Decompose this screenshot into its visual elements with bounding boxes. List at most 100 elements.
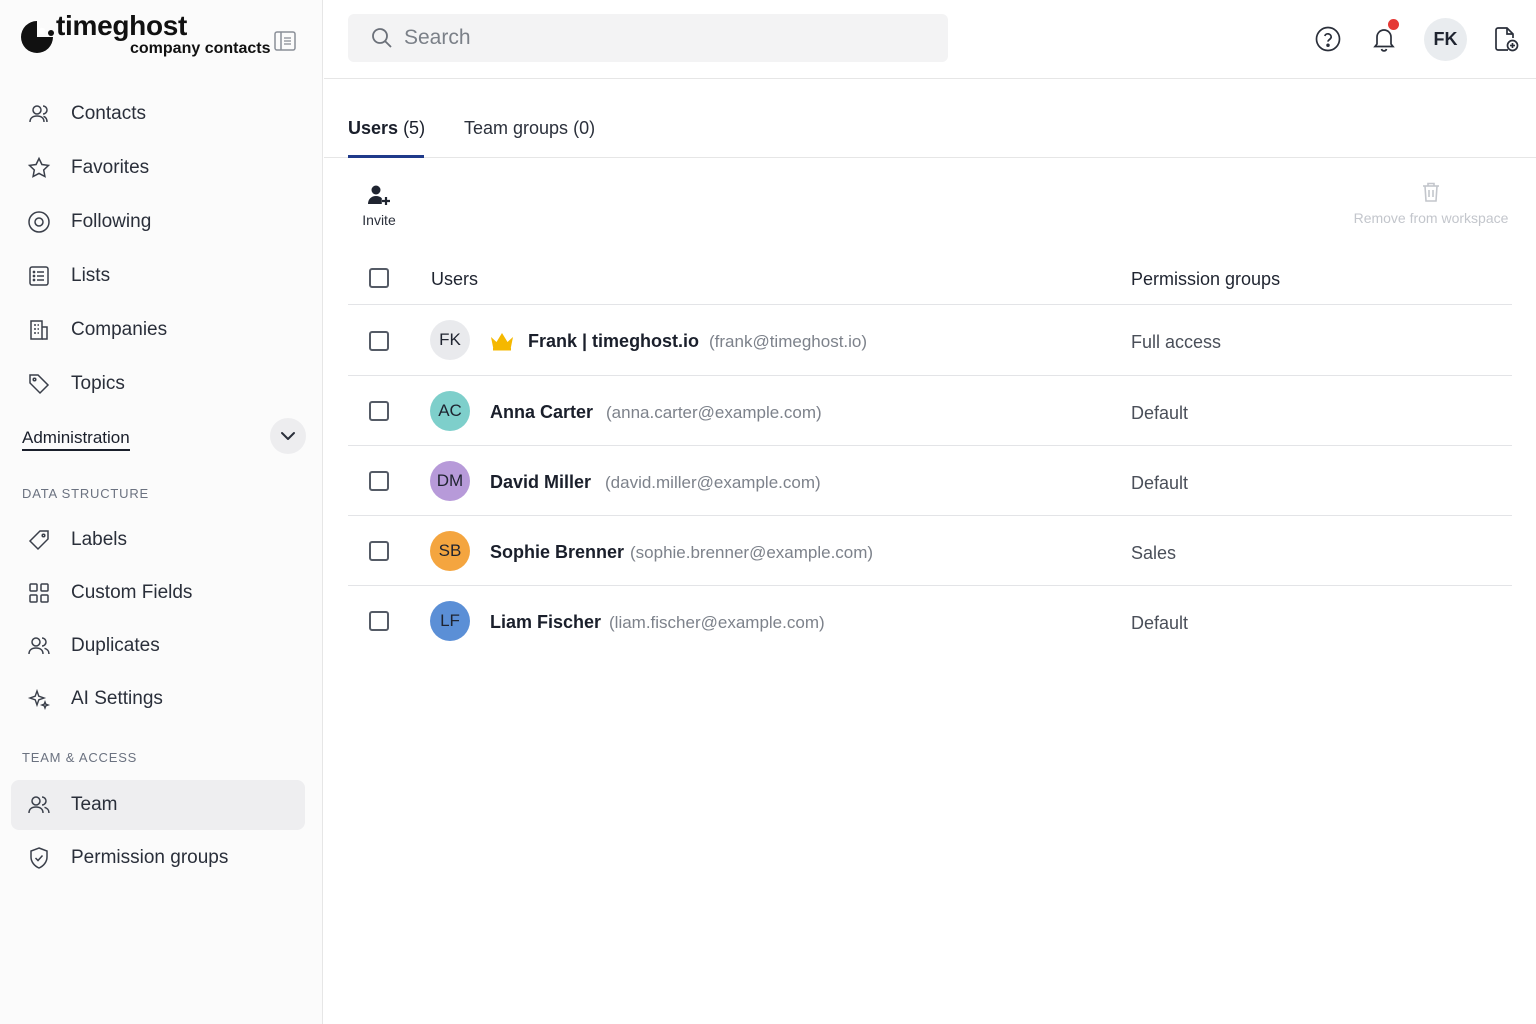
user-plus-icon <box>368 185 390 205</box>
tab-team-groups[interactable]: Team groups (0) <box>464 118 595 139</box>
sidebar-item-labels[interactable]: Labels <box>11 515 305 565</box>
sidebar-item-companies[interactable]: Companies <box>11 305 305 355</box>
avatar: FK <box>430 320 470 360</box>
topbar: FK <box>324 0 1536 79</box>
tab-count: (5) <box>403 118 426 138</box>
permission-group: Sales <box>1131 543 1177 563</box>
avatar: AC <box>430 391 470 431</box>
avatar: LF <box>430 601 470 641</box>
divider <box>348 515 1512 516</box>
section-label-team-access: TEAM & ACCESS <box>22 750 138 765</box>
target-icon <box>28 211 50 233</box>
sidebar-item-duplicates[interactable]: Duplicates <box>11 621 305 671</box>
active-tab-indicator <box>348 155 424 158</box>
tag-icon <box>29 374 50 395</box>
sidebar-item-lists[interactable]: Lists <box>11 251 305 301</box>
tab-count: (0) <box>573 118 596 138</box>
notification-dot <box>1388 19 1399 30</box>
divider <box>348 445 1512 446</box>
shield-icon <box>30 847 48 869</box>
sidebar-item-topics[interactable]: Topics <box>11 359 305 409</box>
row-checkbox[interactable] <box>369 331 389 351</box>
sidebar-item-permission-groups[interactable]: Permission groups <box>11 833 305 883</box>
tab-label: Team groups <box>464 118 569 138</box>
divider <box>348 585 1512 586</box>
row-checkbox[interactable] <box>369 471 389 491</box>
invite-label: Invite <box>362 212 396 228</box>
permission-group: Default <box>1131 473 1189 493</box>
remove-from-workspace-button[interactable]: Remove from workspace <box>1340 180 1522 226</box>
sidebar-item-label: Permission groups <box>71 847 229 868</box>
sidebar-item-label: Topics <box>71 373 125 394</box>
user-email: (frank@timeghost.io) <box>709 332 868 351</box>
sparkles-icon <box>27 688 51 711</box>
user-icon <box>29 105 48 123</box>
divider <box>348 375 1512 376</box>
building-icon <box>30 320 48 340</box>
row-checkbox[interactable] <box>369 541 389 561</box>
sidebar-item-team[interactable]: Team <box>11 780 305 830</box>
brand-name: timeghost <box>56 10 188 41</box>
sidebar-item-custom-fields[interactable]: Custom Fields <box>11 568 305 618</box>
sidebar-item-following[interactable]: Following <box>11 197 305 247</box>
crown-icon <box>491 333 513 351</box>
star-icon <box>27 156 51 178</box>
user-email: (david.miller@example.com) <box>605 473 821 492</box>
user-name: Frank | timeghost.io <box>528 331 700 351</box>
tab-users[interactable]: Users (5) <box>348 118 425 139</box>
user-name: Liam Fischer <box>490 612 602 632</box>
sidebar-item-label: Custom Fields <box>71 582 193 603</box>
user-name: Sophie Brenner <box>490 542 625 562</box>
section-label-data-structure: DATA STRUCTURE <box>22 486 150 501</box>
avatar: SB <box>430 531 470 571</box>
sidebar-item-label: Lists <box>71 265 111 286</box>
administration-toggle[interactable]: Administration <box>22 418 306 458</box>
search-input[interactable] <box>404 14 924 62</box>
sidebar-item-label: Duplicates <box>71 635 160 656</box>
sidebar-item-label: Team <box>71 794 118 815</box>
search-icon <box>372 28 392 48</box>
users-icon <box>28 796 50 814</box>
sidebar-toggle-icon[interactable] <box>274 31 296 51</box>
divider <box>348 304 1512 305</box>
row-checkbox[interactable] <box>369 611 389 631</box>
invite-button[interactable]: Invite <box>354 182 404 228</box>
sidebar-item-label: Companies <box>71 319 168 340</box>
avatar: DM <box>430 461 470 501</box>
sidebar-item-label: Labels <box>71 529 127 550</box>
users-icon <box>28 637 50 655</box>
remove-label: Remove from workspace <box>1353 210 1509 226</box>
user-name: Anna Carter <box>490 402 594 422</box>
column-header-users: Users <box>431 269 479 289</box>
permission-group: Default <box>1131 613 1189 633</box>
sidebar-item-favorites[interactable]: Favorites <box>11 143 305 193</box>
column-header-permission-groups: Permission groups <box>1131 269 1281 289</box>
sidebar-item-label: Following <box>71 211 152 232</box>
sidebar-item-label: Contacts <box>71 103 146 124</box>
timeghost-logo-icon <box>21 21 54 53</box>
sidebar-item-label: Favorites <box>71 157 150 178</box>
user-email: (anna.carter@example.com) <box>606 403 822 422</box>
user-name: David Miller <box>490 472 592 492</box>
list-icon <box>29 266 49 286</box>
chevron-down-icon <box>281 432 295 440</box>
chevron-down-button[interactable] <box>270 418 306 454</box>
help-icon[interactable] <box>1314 25 1342 53</box>
brand-logo[interactable]: timeghost company contacts <box>18 10 308 66</box>
avatar[interactable]: FK <box>1424 18 1467 61</box>
add-document-icon[interactable] <box>1492 25 1520 53</box>
administration-label: Administration <box>22 428 130 451</box>
row-checkbox[interactable] <box>369 401 389 421</box>
tab-bar: Users (5) Team groups (0) <box>324 80 1536 158</box>
tab-label: Users <box>348 118 399 138</box>
sidebar-item-ai-settings[interactable]: AI Settings <box>11 674 305 724</box>
grid-icon <box>29 583 49 603</box>
user-email: (sophie.brenner@example.com) <box>630 543 874 562</box>
sidebar: timeghost company contacts Contacts Favo… <box>0 0 323 1024</box>
select-all-checkbox[interactable] <box>369 268 389 288</box>
user-email: (liam.fischer@example.com) <box>609 613 825 632</box>
brand-subtitle: company contacts <box>130 40 271 57</box>
search-box[interactable] <box>348 14 948 62</box>
sidebar-item-contacts[interactable]: Contacts <box>11 89 305 139</box>
trash-icon <box>1423 182 1439 202</box>
